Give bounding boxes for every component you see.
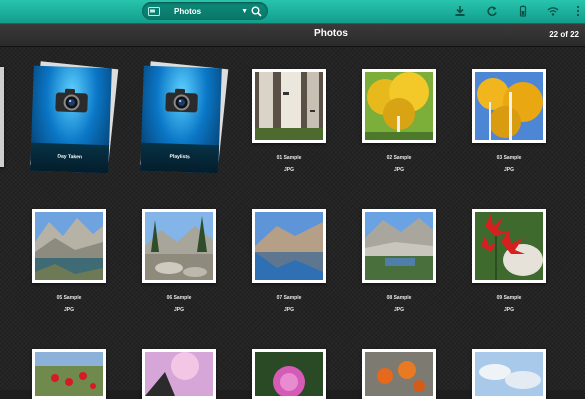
photo-type: JPG [63,307,74,313]
photo-tile-01[interactable]: 01 Sample JPG [252,69,326,179]
photo-name: 07 Sample [276,295,302,301]
photo-thumbnail [475,72,543,140]
photo-name: 03 Sample [496,155,522,161]
photo-thumbnail [365,212,433,280]
page-header: Photos 22 of 22 [0,24,585,47]
photo-tile-row3-5[interactable] [472,349,546,399]
photo-thumbnail [35,212,103,280]
library-selector[interactable]: Photos ▼ [142,2,268,20]
photo-type: JPG [283,307,294,313]
photo-tile-03[interactable]: 03 Sample JPG [472,69,546,179]
photo-type: JPG [503,307,514,313]
photo-thumbnail [255,72,323,140]
photo-tile-05[interactable]: 05 Sample JPG [32,209,106,319]
photo-thumbnail [475,212,543,280]
photo-tile-02[interactable]: 02 Sample JPG [362,69,436,179]
album-day-taken[interactable]: Day Taken [29,61,119,174]
chevron-down-icon[interactable]: ▼ [241,8,248,15]
photo-thumbnail [365,72,433,140]
photo-type: JPG [173,307,184,313]
photo-type: JPG [393,307,404,313]
more-icon[interactable] [574,5,582,17]
photo-tile-08[interactable]: 08 Sample JPG [362,209,436,319]
photo-tile-09[interactable]: 09 Sample JPG [472,209,546,319]
photo-tile-row3-4[interactable] [362,349,436,399]
photo-name: 01 Sample [276,155,302,161]
photo-type: JPG [283,167,294,173]
photo-thumbnail [475,352,543,396]
photo-name: 06 Sample [166,295,192,301]
photo-name: 05 Sample [56,295,82,301]
photo-tile-06[interactable]: 06 Sample JPG [142,209,216,319]
photo-name: 02 Sample [386,155,412,161]
camera-icon [55,88,88,113]
photo-type: JPG [393,167,404,173]
photo-type: JPG [503,167,514,173]
camera-icon [165,88,198,113]
photo-name: 09 Sample [496,295,522,301]
item-count: 22 of 22 [549,30,579,39]
album-playlists[interactable]: Playlists [139,61,229,174]
photo-grid: Day Taken Playlists 01 Sample JPG 02 Sam… [0,47,585,399]
refresh-icon[interactable] [486,5,498,17]
photo-tile-row3-3[interactable] [252,349,326,399]
wifi-icon [547,7,559,16]
download-icon[interactable] [454,5,466,17]
search-icon[interactable] [251,6,262,17]
top-toolbar: Photos ▼ [0,0,585,24]
battery-icon [519,5,527,17]
photo-tile-row3-1[interactable] [32,349,106,399]
photo-thumbnail [145,212,213,280]
photo-thumbnail [365,352,433,396]
photo-thumbnail [255,212,323,280]
photo-thumbnail [35,352,103,396]
selector-label: Photos [174,6,202,16]
page-title: Photos [314,28,348,39]
photo-name: 08 Sample [386,295,412,301]
photo-tile-07[interactable]: 07 Sample JPG [252,209,326,319]
photo-thumbnail [255,352,323,396]
photo-tile-row3-2[interactable] [142,349,216,399]
partial-item[interactable] [0,67,4,167]
photo-thumbnail [145,352,213,396]
folder-icon [148,6,160,16]
